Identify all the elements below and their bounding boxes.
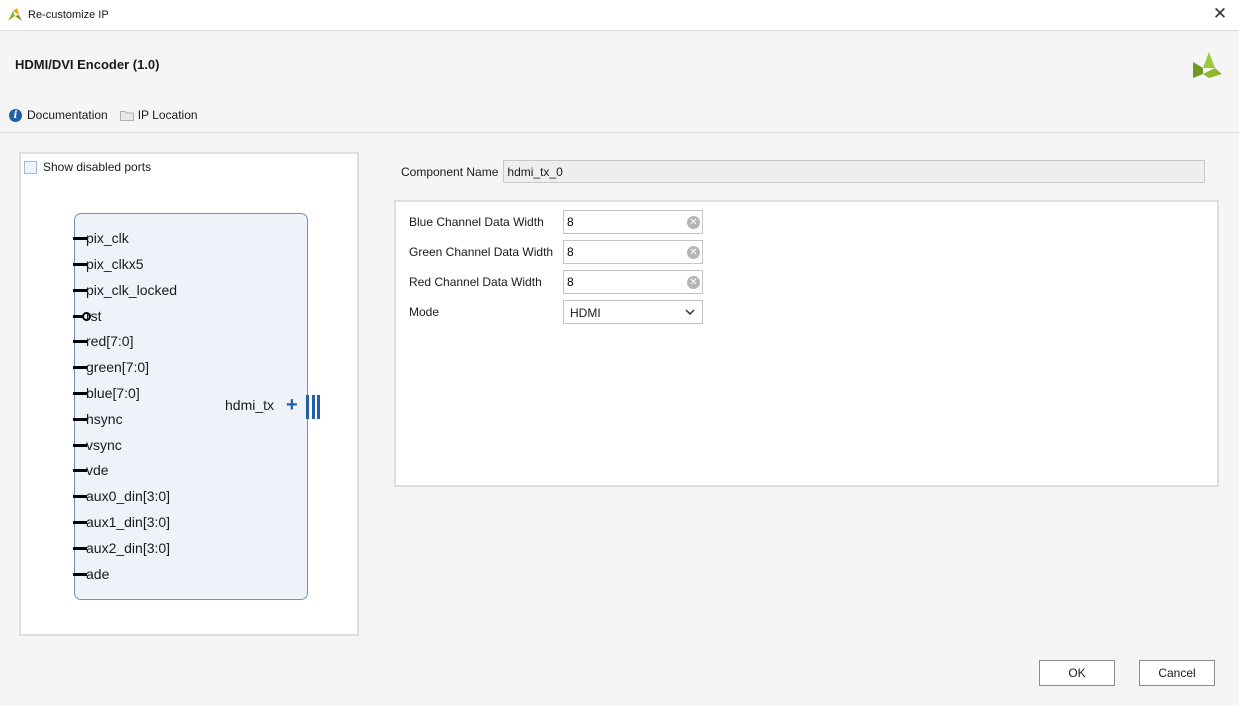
port-pin <box>73 418 87 421</box>
ip-location-label: IP Location <box>137 108 198 122</box>
title-bar: Re-customize IP ✕ <box>0 0 1239 31</box>
port-pin <box>73 469 87 472</box>
port-pin <box>73 573 87 576</box>
port-pin <box>73 237 87 240</box>
folder-icon <box>119 110 134 121</box>
port-pin <box>73 495 87 498</box>
component-name-input[interactable] <box>503 160 1206 183</box>
port-name: hsync <box>86 411 123 427</box>
clear-icon[interactable]: ✕ <box>687 276 700 289</box>
red-width-label: Red Channel Data Width <box>409 275 542 289</box>
port-name: green[7:0] <box>86 359 150 375</box>
port-name: rst <box>86 308 102 324</box>
ip-title: HDMI/DVI Encoder (1.0) <box>15 57 160 72</box>
port-name: aux2_din[3:0] <box>86 540 171 556</box>
port-name: ade <box>86 566 110 582</box>
param-row-mode: Mode HDMI <box>409 300 703 324</box>
blue-width-label: Blue Channel Data Width <box>409 215 544 229</box>
mode-label: Mode <box>409 305 440 319</box>
port-name: blue[7:0] <box>86 385 140 401</box>
close-icon[interactable]: ✕ <box>1210 4 1230 24</box>
port-name: aux0_din[3:0] <box>86 488 171 504</box>
port-name: aux1_din[3:0] <box>86 514 171 530</box>
chevron-down-icon <box>685 309 695 316</box>
output-interface-label: hdmi_tx <box>225 397 275 413</box>
ip-symbol-panel: Show disabled ports pix_clk pix_clkx5 pi… <box>19 152 359 636</box>
port-name: pix_clk <box>86 230 129 246</box>
mode-selected-value: HDMI <box>570 306 601 320</box>
ip-block-symbol: pix_clk pix_clkx5 pix_clk_locked rst red… <box>73 213 320 600</box>
ip-location-link[interactable]: IP Location <box>119 108 198 122</box>
expand-interface-plus-icon[interactable]: + <box>286 395 298 415</box>
documentation-label: Documentation <box>27 108 108 122</box>
port-pin <box>73 263 87 266</box>
port-name: pix_clkx5 <box>86 256 144 272</box>
header-links: i Documentation IP Location <box>9 108 210 122</box>
window-title: Re-customize IP <box>28 9 109 21</box>
green-width-input[interactable] <box>564 241 684 263</box>
port-pin <box>73 340 87 343</box>
clear-icon[interactable]: ✕ <box>687 246 700 259</box>
param-row-blue-width: Blue Channel Data Width ✕ <box>409 210 703 234</box>
port-pin <box>73 315 82 318</box>
checkbox-box[interactable] <box>24 160 37 174</box>
documentation-link[interactable]: i Documentation <box>9 108 108 122</box>
vivado-brand-logo-icon <box>1193 52 1222 78</box>
red-width-input[interactable] <box>564 271 684 293</box>
component-name-row: Component Name <box>401 160 1206 183</box>
ok-button[interactable]: OK <box>1039 660 1115 686</box>
mode-select[interactable]: HDMI <box>563 300 703 324</box>
green-width-field[interactable]: ✕ <box>563 240 703 264</box>
port-name: red[7:0] <box>86 333 134 349</box>
clear-icon[interactable]: ✕ <box>687 216 700 229</box>
blue-width-input[interactable] <box>564 211 684 233</box>
green-width-label: Green Channel Data Width <box>409 245 554 259</box>
port-pin <box>73 289 87 292</box>
port-pin <box>73 392 87 395</box>
parameters-panel: Blue Channel Data Width ✕ Green Channel … <box>394 200 1219 487</box>
param-row-green-width: Green Channel Data Width ✕ <box>409 240 703 264</box>
cancel-button[interactable]: Cancel <box>1139 660 1215 686</box>
show-disabled-ports-label: Show disabled ports <box>43 160 152 174</box>
component-name-label: Component Name <box>401 164 499 179</box>
port-pin <box>73 547 87 550</box>
port-pin <box>73 521 87 524</box>
show-disabled-ports-checkbox[interactable]: Show disabled ports <box>24 160 151 174</box>
port-name: pix_clk_locked <box>86 282 178 298</box>
param-row-red-width: Red Channel Data Width ✕ <box>409 270 703 294</box>
bus-interface-icon <box>306 395 320 419</box>
red-width-field[interactable]: ✕ <box>563 270 703 294</box>
info-icon: i <box>9 108 22 122</box>
port-name: vde <box>86 462 109 478</box>
port-name: vsync <box>86 437 122 453</box>
port-pin <box>73 366 87 369</box>
vivado-logo-icon <box>8 8 22 21</box>
ip-header: HDMI/DVI Encoder (1.0) i Documentation I… <box>0 32 1239 133</box>
blue-width-field[interactable]: ✕ <box>563 210 703 234</box>
port-pin <box>73 444 87 447</box>
